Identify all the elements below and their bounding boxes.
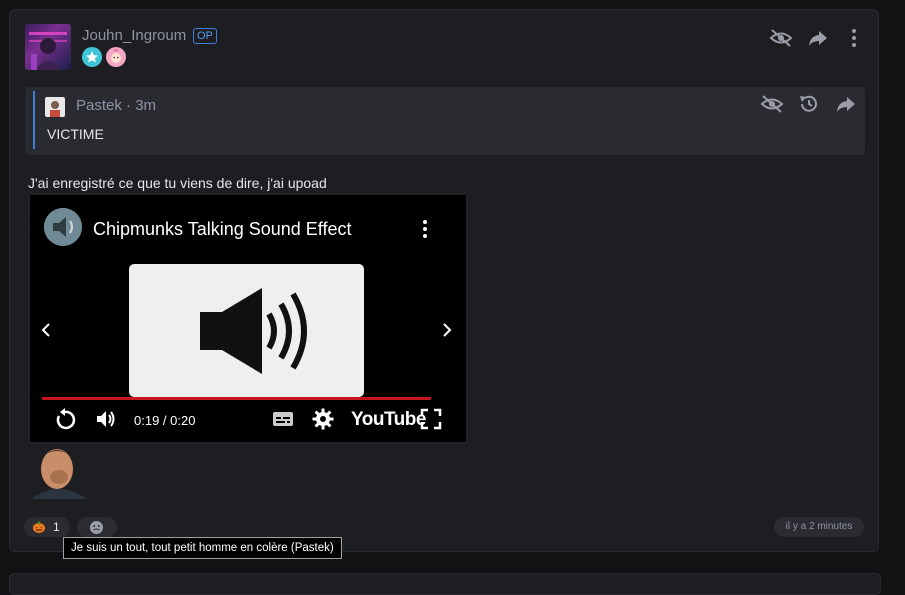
youtube-logo[interactable]: YouTube [351,409,426,431]
chevron-left-icon[interactable] [40,320,52,346]
star-badge-icon [82,47,102,67]
baby-badge-icon [106,47,126,67]
history-icon[interactable] [797,92,821,116]
reaction-tooltip: Je suis un tout, tout petit homme en col… [63,537,342,559]
author-username[interactable]: Jouhn_Ingroum [82,27,186,44]
subtitles-icon[interactable] [271,407,295,436]
post-timestamp: il y a 2 minutes [774,517,864,537]
post-text: J'ai enregistré ce que tu viens de dire,… [28,175,327,191]
add-reaction-button[interactable] [77,517,117,537]
video-title[interactable]: Chipmunks Talking Sound Effect [93,219,352,240]
quote-share-icon[interactable] [834,92,858,116]
volume-icon[interactable] [94,407,118,436]
speaker-icon [200,288,307,374]
reaction-sticker-image [27,445,97,499]
video-thumbnail[interactable] [129,264,364,397]
quote-hide-eye-slash-icon[interactable] [760,92,784,116]
quote-time: · 3m [126,97,157,114]
video-more-icon[interactable] [418,219,432,244]
replay-icon[interactable] [53,407,77,436]
fullscreen-icon[interactable] [419,407,443,436]
reaction-count: 1 [53,520,60,534]
channel-avatar[interactable] [44,208,82,246]
youtube-embed[interactable]: Chipmunks Talking Sound Effect 0:19 / 0:… [28,193,468,444]
pumpkin-emoji-icon [32,520,46,539]
next-post-card [9,573,881,595]
chevron-right-icon[interactable] [441,320,453,346]
settings-gear-icon[interactable] [311,407,335,436]
post-card: Jouhn_Ingroum OP Pastek · 3m VICTIME J'a… [9,9,879,552]
quote-author-avatar[interactable] [45,97,65,117]
quote-text: VICTIME [47,126,104,142]
op-badge: OP [193,28,217,44]
hide-post-eye-slash-icon[interactable] [769,26,793,50]
share-icon[interactable] [806,26,830,50]
reaction-pumpkin[interactable]: 1 [24,517,70,537]
quote-author[interactable]: Pastek · 3m [76,97,156,114]
author-avatar[interactable] [25,24,71,70]
more-vertical-icon[interactable] [842,26,866,50]
video-progress-bar[interactable] [42,397,431,400]
quoted-message: Pastek · 3m VICTIME [25,87,865,155]
video-time: 0:19 / 0:20 [134,413,196,428]
quote-accent-bar [33,91,35,149]
